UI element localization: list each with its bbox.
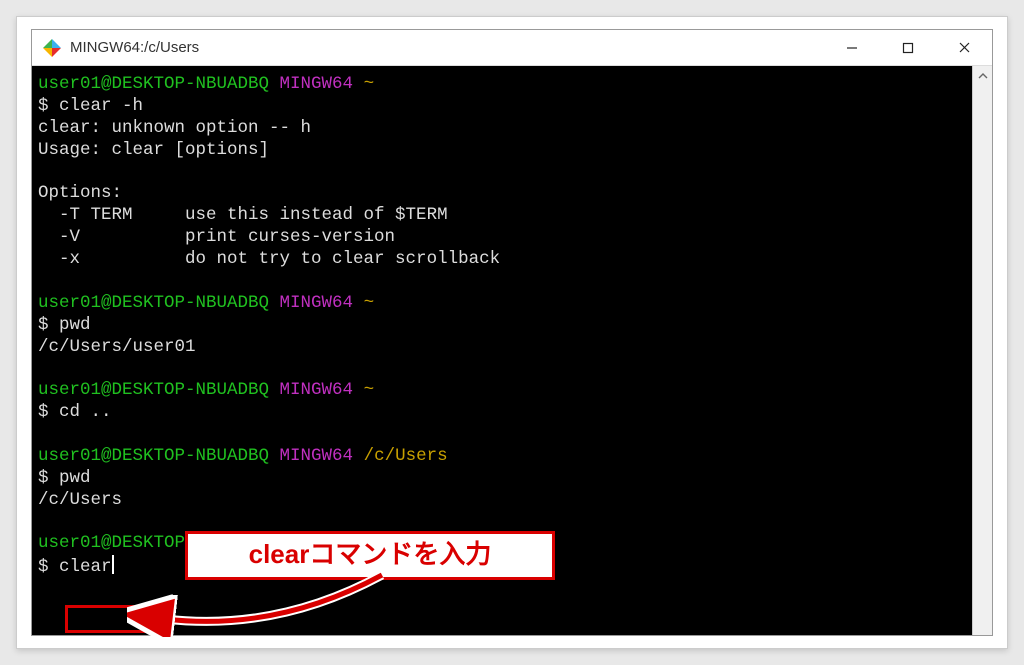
close-button[interactable] — [936, 30, 992, 65]
window-title: MINGW64:/c/Users — [70, 39, 824, 56]
maximize-button[interactable] — [880, 30, 936, 65]
window-controls — [824, 30, 992, 65]
window-titlebar[interactable]: MINGW64:/c/Users — [32, 30, 992, 66]
scroll-up-button[interactable] — [973, 66, 992, 86]
terminal-area: user01@DESKTOP-NBUADBQ MINGW64 ~$ clear … — [32, 66, 992, 635]
terminal-window: MINGW64:/c/Users user01@DESKTOP-NBUADBQ … — [31, 29, 993, 636]
screenshot-frame: MINGW64:/c/Users user01@DESKTOP-NBUADBQ … — [16, 16, 1008, 649]
minimize-button[interactable] — [824, 30, 880, 65]
git-bash-icon — [42, 38, 62, 58]
scrollbar-track[interactable] — [972, 66, 992, 635]
terminal-output[interactable]: user01@DESKTOP-NBUADBQ MINGW64 ~$ clear … — [32, 66, 972, 635]
